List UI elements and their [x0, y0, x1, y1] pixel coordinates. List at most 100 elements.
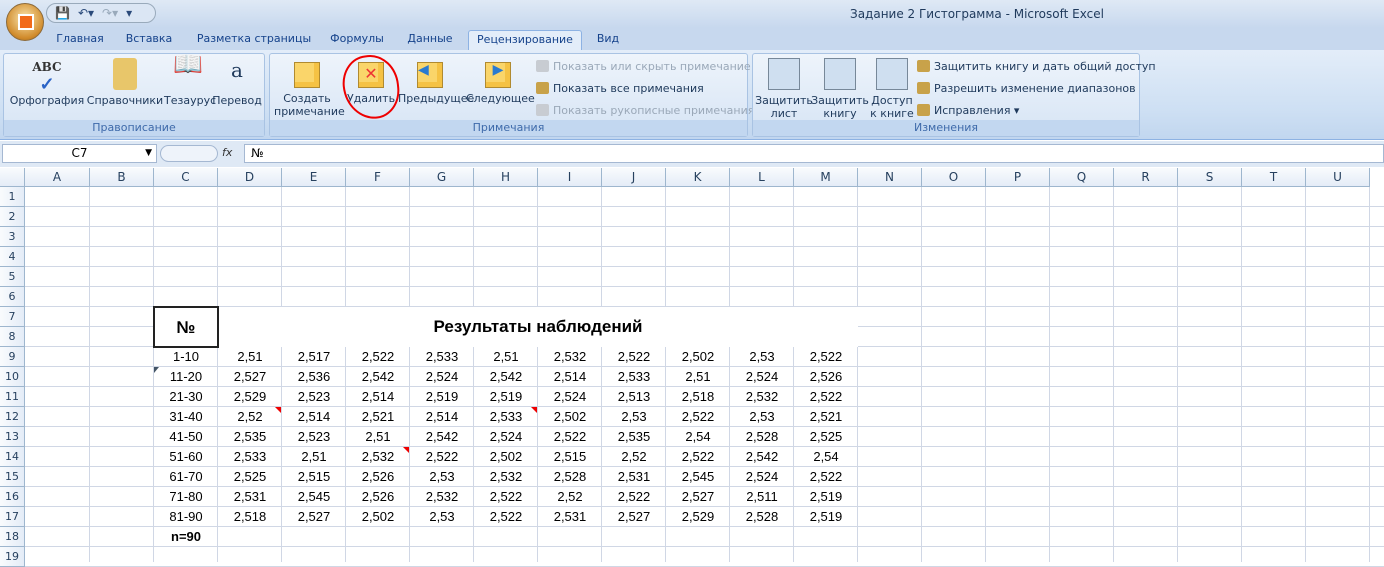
- row-header-15[interactable]: 15: [0, 467, 25, 487]
- cell-value[interactable]: 2,531: [602, 467, 666, 487]
- cell-value[interactable]: 2,524: [410, 367, 474, 387]
- row-header-14[interactable]: 14: [0, 447, 25, 467]
- cell-value[interactable]: 2,522: [794, 347, 858, 367]
- redo-icon[interactable]: ↷▾: [102, 6, 118, 20]
- row-header-3[interactable]: 3: [0, 227, 25, 247]
- cell-value[interactable]: 2,502: [474, 447, 538, 467]
- insert-function-button[interactable]: fx: [222, 146, 232, 159]
- row-header-4[interactable]: 4: [0, 247, 25, 267]
- cell-value[interactable]: 2,51: [218, 347, 282, 367]
- cell-value[interactable]: 2,531: [538, 507, 602, 527]
- cell-value[interactable]: 2,523: [282, 427, 346, 447]
- cell-value[interactable]: 2,532: [346, 447, 410, 467]
- cell-value[interactable]: 2,522: [538, 427, 602, 447]
- cell-value[interactable]: 2,517: [282, 347, 346, 367]
- cell-value[interactable]: 2,524: [474, 427, 538, 447]
- cell-value[interactable]: 2,528: [538, 467, 602, 487]
- cell-value[interactable]: 2,545: [666, 467, 730, 487]
- undo-icon[interactable]: ↶▾: [78, 6, 94, 20]
- cell-value[interactable]: 2,524: [730, 367, 794, 387]
- cell-value[interactable]: 2,522: [474, 487, 538, 507]
- cell-value[interactable]: 2,54: [794, 447, 858, 467]
- cell-value[interactable]: 2,53: [410, 467, 474, 487]
- cell-value[interactable]: 2,526: [346, 467, 410, 487]
- cell-value[interactable]: 2,54: [666, 427, 730, 447]
- tab-formulas[interactable]: Формулы: [324, 30, 390, 50]
- cell-value[interactable]: 2,524: [538, 387, 602, 407]
- cell-value[interactable]: 2,528: [730, 427, 794, 447]
- cell-value[interactable]: 2,515: [282, 467, 346, 487]
- column-header-R[interactable]: R: [1114, 168, 1178, 187]
- thesaurus-button[interactable]: 📖 Тезаурус: [164, 52, 216, 107]
- row-header-10[interactable]: 10: [0, 367, 25, 387]
- cell-value[interactable]: 2,522: [602, 347, 666, 367]
- cell-value[interactable]: 2,542: [346, 367, 410, 387]
- merged-cell-results-header[interactable]: Результаты наблюдений: [218, 307, 858, 347]
- row-header-11[interactable]: 11: [0, 387, 25, 407]
- row-header-18[interactable]: 18: [0, 527, 25, 547]
- column-header-C[interactable]: C: [154, 168, 218, 187]
- column-header-I[interactable]: I: [538, 168, 602, 187]
- cell-range[interactable]: 71-80: [154, 487, 218, 507]
- cell-value[interactable]: 2,51: [474, 347, 538, 367]
- cell-value[interactable]: 2,522: [410, 447, 474, 467]
- formula-bar-resize[interactable]: [160, 145, 218, 162]
- cell-value[interactable]: 2,522: [346, 347, 410, 367]
- column-header-B[interactable]: B: [90, 168, 154, 187]
- tab-insert[interactable]: Вставка: [118, 30, 180, 50]
- cell-value[interactable]: 2,531: [218, 487, 282, 507]
- column-header-H[interactable]: H: [474, 168, 538, 187]
- column-header-A[interactable]: A: [25, 168, 90, 187]
- cell-value[interactable]: 2,524: [730, 467, 794, 487]
- column-header-G[interactable]: G: [410, 168, 474, 187]
- cell-value[interactable]: 2,52: [538, 487, 602, 507]
- next-comment-button[interactable]: ▶ Следующее: [466, 58, 535, 105]
- save-icon[interactable]: 💾: [55, 6, 70, 20]
- column-header-U[interactable]: U: [1306, 168, 1370, 187]
- cell-value[interactable]: 2,519: [794, 487, 858, 507]
- cell-value[interactable]: 2,529: [666, 507, 730, 527]
- cell-value[interactable]: 2,514: [410, 407, 474, 427]
- column-header-M[interactable]: M: [794, 168, 858, 187]
- row-header-5[interactable]: 5: [0, 267, 25, 287]
- cell-range[interactable]: 31-40: [154, 407, 218, 427]
- row-header-16[interactable]: 16: [0, 487, 25, 507]
- cell-range[interactable]: 21-30: [154, 387, 218, 407]
- research-button[interactable]: Справочники: [86, 58, 164, 107]
- column-header-T[interactable]: T: [1242, 168, 1306, 187]
- row-header-1[interactable]: 1: [0, 187, 25, 207]
- cell-value[interactable]: 2,522: [794, 387, 858, 407]
- cell-value[interactable]: 2,53: [730, 407, 794, 427]
- cell-value[interactable]: 2,519: [474, 387, 538, 407]
- cell-range[interactable]: 81-90: [154, 507, 218, 527]
- cell-range[interactable]: 1-10: [154, 347, 218, 367]
- cell-value[interactable]: 2,521: [794, 407, 858, 427]
- cell-value[interactable]: 2,533: [410, 347, 474, 367]
- cell-value[interactable]: 2,502: [346, 507, 410, 527]
- allow-ranges-button[interactable]: Разрешить изменение диапазонов: [917, 82, 1136, 95]
- cell-value[interactable]: 2,52: [602, 447, 666, 467]
- tab-view[interactable]: Вид: [588, 30, 628, 50]
- cell-value[interactable]: 2,542: [730, 447, 794, 467]
- new-comment-button[interactable]: Создать примечание: [274, 58, 345, 118]
- cell-value[interactable]: 2,532: [410, 487, 474, 507]
- row-header-2[interactable]: 2: [0, 207, 25, 227]
- column-header-D[interactable]: D: [218, 168, 282, 187]
- previous-comment-button[interactable]: ◀ Предыдущее: [398, 58, 474, 105]
- cell-range[interactable]: 51-60: [154, 447, 218, 467]
- cell-value[interactable]: 2,515: [538, 447, 602, 467]
- cell-value[interactable]: 2,522: [794, 467, 858, 487]
- cell-value[interactable]: 2,525: [794, 427, 858, 447]
- cell-value[interactable]: 2,527: [282, 507, 346, 527]
- track-changes-button[interactable]: Исправления ▾: [917, 104, 1019, 117]
- column-header-O[interactable]: O: [922, 168, 986, 187]
- cell-value[interactable]: 2,526: [794, 367, 858, 387]
- column-header-J[interactable]: J: [602, 168, 666, 187]
- formula-input[interactable]: №: [244, 144, 1384, 163]
- cell-range[interactable]: 11-20: [154, 367, 218, 387]
- row-header-17[interactable]: 17: [0, 507, 25, 527]
- cell-value[interactable]: 2,502: [666, 347, 730, 367]
- row-header-13[interactable]: 13: [0, 427, 25, 447]
- row-header-9[interactable]: 9: [0, 347, 25, 367]
- cell-value[interactable]: 2,528: [730, 507, 794, 527]
